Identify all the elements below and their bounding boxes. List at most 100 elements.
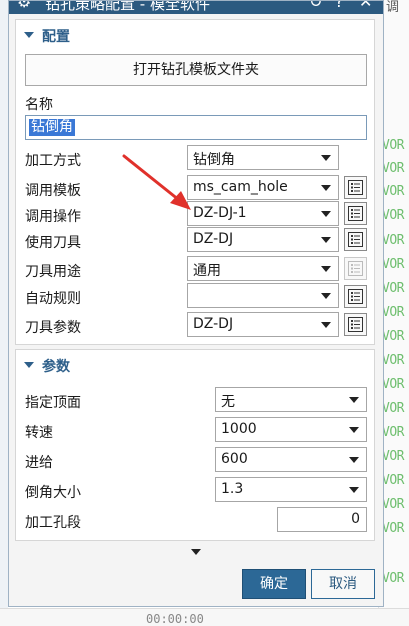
collapse-arrow-icon	[24, 362, 34, 368]
call-template-label: 调用模板	[25, 183, 81, 199]
dialog-titlebar[interactable]: ⚙ 钻孔策略配置 - 模全软件 ↻ ? ✕	[9, 1, 383, 14]
call-operation-label: 调用操作	[25, 209, 81, 225]
chamfer-size-select[interactable]: 1.3	[215, 477, 367, 502]
chevron-down-icon	[321, 237, 331, 243]
use-tool-select[interactable]: DZ-DJ	[187, 227, 339, 252]
auto-rule-list-button[interactable]	[344, 285, 367, 308]
name-input-value: 钻倒角	[29, 119, 75, 136]
background-time-text: 00:00:00	[146, 612, 204, 626]
chevron-down-icon	[349, 487, 359, 493]
background-row: VOR	[382, 161, 404, 176]
background-row: VOR	[382, 377, 404, 392]
tool-params-value: DZ-DJ	[193, 316, 234, 332]
chevron-down-icon	[321, 266, 331, 272]
background-row: VOR	[382, 571, 404, 586]
call-template-list-button[interactable]	[344, 176, 367, 199]
machining-method-label: 加工方式	[25, 153, 81, 169]
feed-select[interactable]: 600	[215, 447, 367, 472]
chevron-down-icon	[349, 397, 359, 403]
params-section-header[interactable]: 参数	[24, 356, 70, 376]
strategy-config-dialog: ⚙ 钻孔策略配置 - 模全软件 ↻ ? ✕ 配置 打开钻孔模板文件夹 名称 钻倒…	[8, 0, 384, 607]
help-icon[interactable]: ?	[335, 1, 344, 11]
tool-params-label: 刀具参数	[25, 320, 81, 336]
tool-purpose-label: 刀具用途	[25, 264, 81, 280]
background-row: VOR	[382, 353, 404, 368]
background-row: VOR	[382, 329, 404, 344]
machining-method-value: 钻倒角	[193, 152, 235, 168]
cancel-button[interactable]: 取消	[311, 569, 375, 599]
call-operation-list-button[interactable]	[344, 202, 367, 225]
list-icon	[348, 261, 363, 276]
gear-icon: ⚙	[17, 1, 32, 11]
call-template-value: ms_cam_hole	[193, 179, 288, 195]
background-row: VOR	[382, 521, 404, 536]
auto-rule-label: 自动规则	[25, 291, 81, 307]
dialog-title: 钻孔策略配置 - 模全软件	[45, 1, 210, 13]
auto-rule-select[interactable]	[187, 283, 339, 308]
background-row: VOR	[382, 449, 404, 464]
hole-segment-label: 加工孔段	[25, 515, 81, 531]
machining-method-select[interactable]: 钻倒角	[187, 145, 339, 170]
call-operation-value: DZ-DJ-1	[193, 205, 247, 221]
chevron-down-icon	[321, 211, 331, 217]
background-left-strip	[0, 0, 8, 625]
chevron-down-icon	[321, 155, 331, 161]
spindle-speed-select[interactable]: 1000	[215, 417, 367, 442]
background-row: VOR	[382, 184, 404, 199]
background-row: VOR	[382, 281, 404, 296]
ok-button[interactable]: 确定	[242, 569, 306, 599]
chevron-down-icon	[321, 293, 331, 299]
config-section-header[interactable]: 配置	[24, 26, 70, 46]
call-operation-select[interactable]: DZ-DJ-1	[187, 201, 339, 226]
background-row: VOR	[382, 257, 404, 272]
chamfer-size-label: 倒角大小	[25, 485, 81, 501]
top-face-value: 无	[221, 394, 235, 410]
list-icon	[348, 180, 363, 195]
list-icon	[348, 289, 363, 304]
config-section-title: 配置	[42, 29, 70, 45]
hole-segment-value: 0	[351, 511, 360, 527]
close-icon[interactable]: ✕	[359, 1, 372, 11]
name-label: 名称	[25, 97, 53, 113]
chevron-down-icon	[321, 185, 331, 191]
list-icon	[348, 317, 363, 332]
name-input[interactable]: 钻倒角	[25, 115, 367, 140]
background-row: VOR	[382, 138, 404, 153]
tool-purpose-select[interactable]: 通用	[187, 256, 339, 281]
chevron-down-icon	[349, 427, 359, 433]
feed-label: 进给	[25, 455, 53, 471]
tool-params-select[interactable]: DZ-DJ	[187, 312, 339, 337]
chamfer-size-value: 1.3	[221, 481, 244, 497]
open-template-folder-button[interactable]: 打开钻孔模板文件夹	[25, 54, 367, 86]
background-row: VOR	[382, 425, 404, 440]
background-row: VOR	[382, 497, 404, 512]
use-tool-value: DZ-DJ	[193, 231, 234, 247]
expand-more-icon[interactable]	[191, 549, 201, 555]
top-face-label: 指定顶面	[25, 395, 81, 411]
feed-value: 600	[221, 451, 248, 467]
background-row: VOR	[382, 233, 404, 248]
tool-purpose-value: 通用	[193, 263, 221, 279]
hole-segment-input[interactable]: 0	[277, 507, 367, 532]
list-icon	[348, 232, 363, 247]
background-row: VOR	[382, 208, 404, 223]
tool-purpose-list-button	[344, 257, 367, 280]
list-icon	[348, 206, 363, 221]
tool-params-list-button[interactable]	[344, 313, 367, 336]
params-section-title: 参数	[42, 359, 70, 375]
top-face-select[interactable]: 无	[215, 387, 367, 412]
background-row: VOR	[382, 401, 404, 416]
use-tool-label: 使用刀具	[25, 235, 81, 251]
background-status-strip	[0, 608, 409, 626]
reset-icon[interactable]: ↻	[309, 1, 322, 11]
background-top-text: 调	[386, 0, 400, 15]
chevron-down-icon	[321, 322, 331, 328]
spindle-speed-value: 1000	[221, 421, 257, 437]
background-row: VOR	[382, 473, 404, 488]
use-tool-list-button[interactable]	[344, 228, 367, 251]
call-template-select[interactable]: ms_cam_hole	[187, 175, 339, 200]
background-row: VOR	[382, 305, 404, 320]
collapse-arrow-icon	[24, 32, 34, 38]
spindle-speed-label: 转速	[25, 425, 53, 441]
chevron-down-icon	[349, 457, 359, 463]
